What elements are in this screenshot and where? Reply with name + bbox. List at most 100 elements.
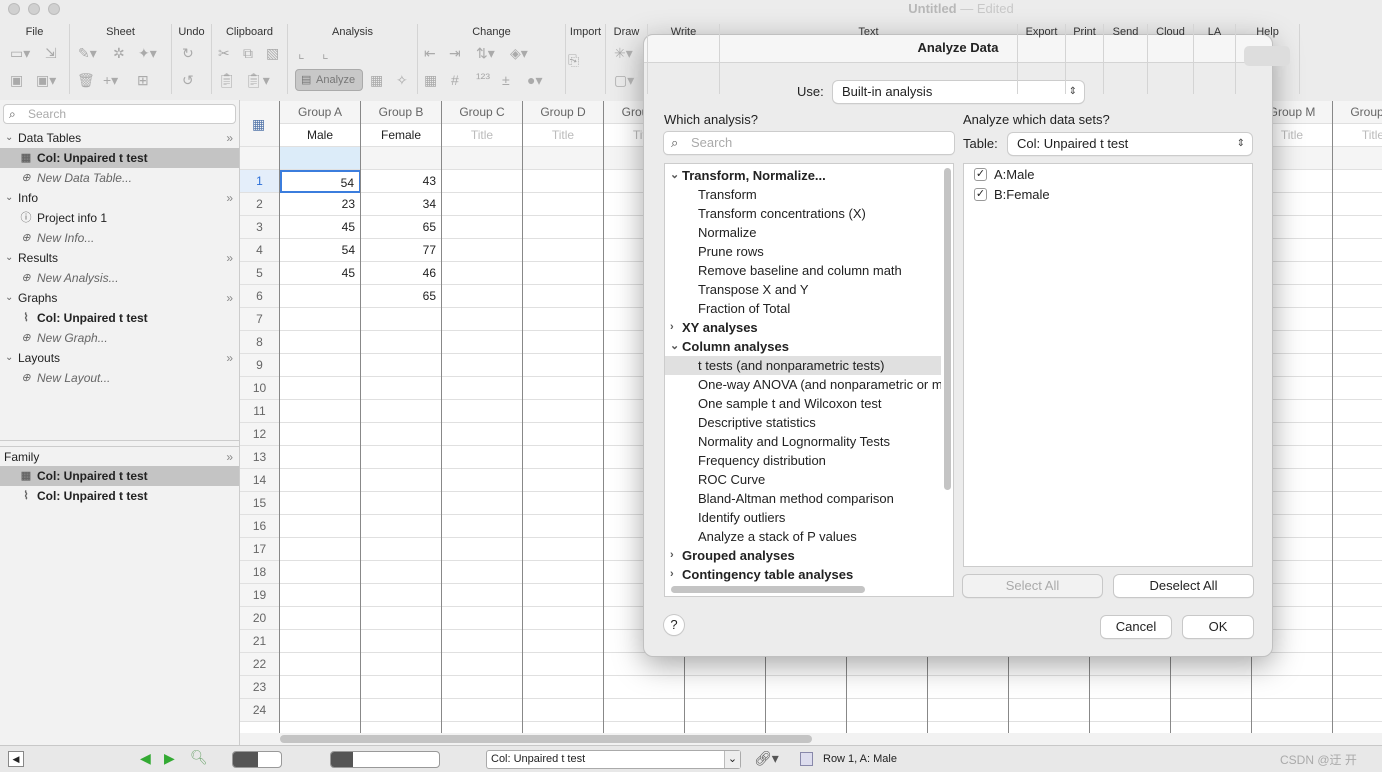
- chevron-down-icon[interactable]: ⌄: [670, 337, 679, 356]
- table-cell[interactable]: [1333, 262, 1382, 285]
- table-cell[interactable]: [280, 308, 361, 331]
- row-header[interactable]: 4: [240, 239, 280, 262]
- table-cell[interactable]: [604, 676, 685, 699]
- sheet-select[interactable]: Col: Unpaired t test ⌄: [486, 750, 741, 769]
- sidebar-new-item[interactable]: ⊕ New Analysis...: [0, 268, 239, 288]
- strike-icon[interactable]: ±: [502, 72, 510, 88]
- table-cell[interactable]: [361, 561, 442, 584]
- table-cell[interactable]: [280, 653, 361, 676]
- table-cell[interactable]: [442, 423, 523, 446]
- new-table-icon[interactable]: ▦: [370, 72, 383, 89]
- table-cell[interactable]: [361, 630, 442, 653]
- table-cell[interactable]: [523, 285, 604, 308]
- column-header[interactable]: Group D: [523, 101, 604, 124]
- table-cell[interactable]: [442, 538, 523, 561]
- move-left-icon[interactable]: ⇤: [424, 45, 436, 62]
- table-cell[interactable]: [1333, 354, 1382, 377]
- row-header[interactable]: 20: [240, 607, 280, 630]
- table-cell[interactable]: [523, 308, 604, 331]
- table-cell[interactable]: [523, 354, 604, 377]
- table-cell[interactable]: [442, 630, 523, 653]
- table-cell[interactable]: [280, 561, 361, 584]
- row-header[interactable]: 17: [240, 538, 280, 561]
- move-right-icon[interactable]: ⇥: [449, 45, 461, 62]
- table-cell[interactable]: [523, 377, 604, 400]
- table-cell[interactable]: [280, 400, 361, 423]
- table-cell[interactable]: [361, 469, 442, 492]
- help-search-field[interactable]: [1244, 46, 1290, 66]
- row-header[interactable]: 23: [240, 676, 280, 699]
- tree-horizontal-scrollbar[interactable]: [671, 586, 865, 593]
- draw-rect-icon[interactable]: ▢▾: [614, 72, 634, 89]
- row-header[interactable]: 9: [240, 354, 280, 377]
- table-cell[interactable]: [1333, 400, 1382, 423]
- table-cell[interactable]: [280, 377, 361, 400]
- table-cell[interactable]: [442, 492, 523, 515]
- expand-icon[interactable]: »: [226, 288, 233, 308]
- paste-menu-icon[interactable]: 📋︎▾: [245, 72, 270, 89]
- tree-item[interactable]: Transform concentrations (X): [665, 204, 941, 223]
- table-cell[interactable]: [280, 584, 361, 607]
- table-cell[interactable]: [523, 423, 604, 446]
- undo-icon[interactable]: ↺: [182, 72, 194, 89]
- table-cell[interactable]: [280, 285, 361, 308]
- table-cell[interactable]: [928, 676, 1009, 699]
- table-cell[interactable]: 46: [361, 262, 442, 285]
- row-header[interactable]: 3: [240, 216, 280, 239]
- toggle-sidebar-icon[interactable]: ◀: [8, 751, 24, 767]
- table-cell[interactable]: [523, 216, 604, 239]
- table-cell[interactable]: [1333, 653, 1382, 676]
- table-cell[interactable]: [361, 492, 442, 515]
- row-header[interactable]: 22: [240, 653, 280, 676]
- table-format-icon[interactable]: ▦: [252, 116, 265, 133]
- expand-icon[interactable]: »: [226, 128, 233, 148]
- column-header[interactable]: Group N: [1333, 101, 1382, 124]
- table-select[interactable]: Col: Unpaired t test ⇕: [1008, 133, 1252, 155]
- expand-icon[interactable]: »: [226, 447, 233, 467]
- table-cell[interactable]: [442, 653, 523, 676]
- table-cell[interactable]: [361, 377, 442, 400]
- import-file-icon[interactable]: ⎘: [568, 52, 579, 69]
- table-format-icon[interactable]: ▦: [424, 72, 437, 89]
- table-cell[interactable]: [523, 170, 604, 193]
- tree-item[interactable]: t tests (and nonparametric tests): [665, 356, 941, 375]
- paste-special-icon[interactable]: ▧: [266, 45, 279, 62]
- tree-item[interactable]: ROC Curve: [665, 470, 941, 489]
- table-cell[interactable]: [442, 331, 523, 354]
- tree-item[interactable]: Fraction of Total: [665, 299, 941, 318]
- tree-item[interactable]: Transform: [665, 185, 941, 204]
- row-header[interactable]: 19: [240, 584, 280, 607]
- table-cell[interactable]: [442, 676, 523, 699]
- row-header[interactable]: 24: [240, 699, 280, 722]
- column-title[interactable]: Title: [523, 124, 604, 147]
- column-header[interactable]: Group C: [442, 101, 523, 124]
- sheet-type-toggle[interactable]: [330, 751, 440, 768]
- table-cell[interactable]: [361, 423, 442, 446]
- table-cell[interactable]: [847, 676, 928, 699]
- tree-category[interactable]: › Grouped analyses: [665, 546, 941, 565]
- table-cell[interactable]: [442, 515, 523, 538]
- link-icon[interactable]: 🔗︎▾: [754, 750, 779, 767]
- sidebar-new-item[interactable]: ⊕ New Data Table...: [0, 168, 239, 188]
- table-cell[interactable]: [361, 699, 442, 722]
- column-title[interactable]: Title: [1333, 124, 1382, 147]
- table-cell[interactable]: [442, 285, 523, 308]
- ok-button[interactable]: OK: [1183, 616, 1253, 638]
- table-cell[interactable]: [1333, 676, 1382, 699]
- tree-item[interactable]: Normalize: [665, 223, 941, 242]
- table-cell[interactable]: [1333, 538, 1382, 561]
- column-title[interactable]: Title: [442, 124, 523, 147]
- table-cell[interactable]: [523, 515, 604, 538]
- table-cell[interactable]: [523, 653, 604, 676]
- chevron-down-icon[interactable]: ⌄: [5, 348, 13, 368]
- expand-icon[interactable]: »: [226, 248, 233, 268]
- column-title[interactable]: Male: [280, 124, 361, 147]
- table-cell[interactable]: [1171, 699, 1252, 722]
- checkbox[interactable]: ✓: [974, 188, 987, 201]
- family-item[interactable]: ⌇ Col: Unpaired t test: [0, 486, 239, 506]
- scrollbar-thumb[interactable]: [280, 735, 812, 743]
- tree-item[interactable]: Prune rows: [665, 242, 941, 261]
- table-cell[interactable]: [1252, 676, 1333, 699]
- table-cell[interactable]: [847, 699, 928, 722]
- table-cell[interactable]: [928, 699, 1009, 722]
